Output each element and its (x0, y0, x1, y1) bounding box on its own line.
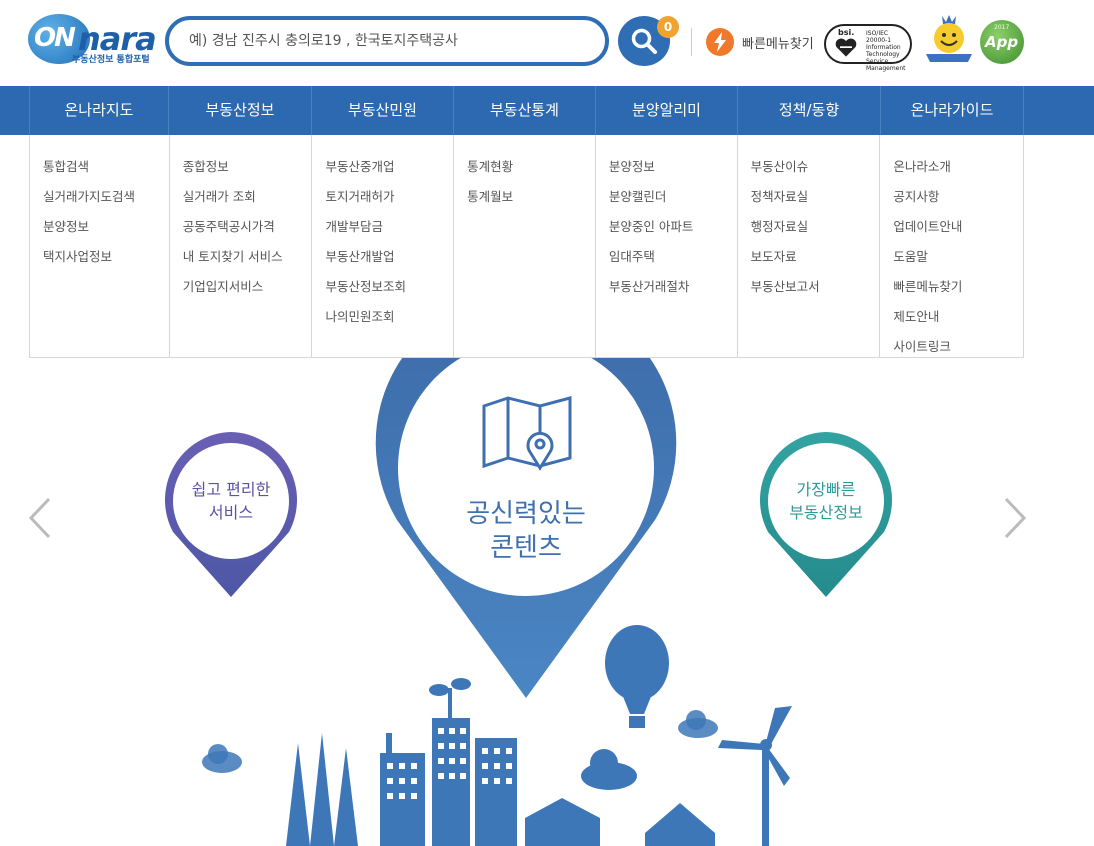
nav-tab-policy[interactable]: 정책/동향 (738, 86, 881, 135)
quick-menu-label: 빠른메뉴찾기 (742, 36, 814, 52)
iso-line: Information (866, 44, 901, 51)
iso-line: Management (866, 65, 906, 72)
carousel-prev-arrow-icon[interactable] (25, 493, 55, 543)
lightning-icon (706, 28, 734, 56)
menu-link[interactable]: 부동산이슈 (738, 152, 880, 182)
search-icon (631, 28, 657, 54)
menu-link[interactable]: 보도자료 (738, 242, 880, 272)
nav-tabs: 온나라지도 부동산정보 부동산민원 부동산통계 분양알리미 정책/동향 온나라가… (29, 86, 1024, 135)
menu-link[interactable]: 통계현황 (454, 152, 595, 182)
menu-link[interactable]: 실거래가지도검색 (30, 182, 169, 212)
iso-line: 20000-1 (866, 37, 892, 44)
onnara-logo[interactable]: ON nara 부동산정보 통합포털 (28, 14, 158, 66)
header: ON nara 부동산정보 통합포털 0 빠른메뉴찾기 bsi. (0, 0, 1094, 86)
bsi-certification-badge: bsi. ISO/IEC 20000-1 Information Technol… (824, 24, 912, 72)
app-year: 2017 (994, 24, 1010, 31)
menu-link[interactable]: 부동산정보조회 (312, 272, 453, 302)
mega-col-sale-alert: 분양정보 분양캘린더 분양중인 아파트 임대주택 부동산거래절차 (596, 135, 738, 357)
app-award-badge[interactable]: 2017 App (980, 20, 1024, 64)
mega-menu: 통합검색 실거래가지도검색 분양정보 택지사업정보 종합정보 실거래가 조회 공… (29, 135, 1024, 358)
search-input[interactable] (189, 30, 589, 52)
mega-col-realestate-info: 종합정보 실거래가 조회 공동주택공시가격 내 토지찾기 서비스 기업입지서비스 (170, 135, 313, 357)
iso-line: ISO/IEC (866, 30, 889, 37)
menu-link[interactable]: 제도안내 (880, 302, 1023, 332)
header-divider (691, 28, 692, 56)
menu-link[interactable]: 임대주택 (596, 242, 737, 272)
left-pin-label[interactable]: 쉽고 편리한 서비스 (173, 478, 289, 524)
menu-link[interactable]: 빠른메뉴찾기 (880, 272, 1023, 302)
mega-col-civil-service: 부동산중개업 토지거래허가 개발부담금 부동산개발업 부동산정보조회 나의민원조… (312, 135, 455, 357)
logo-tagline: 부동산정보 통합포털 (72, 55, 150, 65)
menu-link[interactable]: 내 토지찾기 서비스 (170, 242, 312, 272)
menu-link[interactable]: 업데이트안내 (880, 212, 1023, 242)
center-pin-line: 공신력있는 (466, 499, 586, 529)
nav-tab-realestate-info[interactable]: 부동산정보 (169, 86, 312, 135)
menu-link[interactable]: 도움말 (880, 242, 1023, 272)
menu-link[interactable]: 분양캘린더 (596, 182, 737, 212)
main-nav: 온나라지도 부동산정보 부동산민원 부동산통계 분양알리미 정책/동향 온나라가… (0, 86, 1094, 135)
menu-link[interactable]: 분양중인 아파트 (596, 212, 737, 242)
nav-tab-civil-service[interactable]: 부동산민원 (312, 86, 454, 135)
menu-link[interactable]: 개발부담금 (312, 212, 453, 242)
right-pin-line: 가장빠른 (796, 480, 856, 499)
page: ON nara 부동산정보 통합포털 0 빠른메뉴찾기 bsi. (0, 0, 1094, 846)
search-count-badge: 0 (657, 16, 679, 38)
search-box (165, 16, 609, 66)
menu-link[interactable]: 정책자료실 (738, 182, 880, 212)
mega-col-statistics: 통계현황 통계월보 (454, 135, 596, 357)
menu-link[interactable]: 토지거래허가 (312, 182, 453, 212)
menu-link[interactable]: 나의민원조회 (312, 302, 453, 332)
nav-tab-sale-alert[interactable]: 분양알리미 (596, 86, 738, 135)
nav-tab-statistics[interactable]: 부동산통계 (454, 86, 596, 135)
app-label: App (985, 33, 1019, 51)
menu-link[interactable]: 택지사업정보 (30, 242, 169, 272)
carousel-next-arrow-icon[interactable] (1000, 493, 1030, 543)
menu-link[interactable]: 행정자료실 (738, 212, 880, 242)
menu-link[interactable]: 실거래가 조회 (170, 182, 312, 212)
menu-link[interactable]: 종합정보 (170, 152, 312, 182)
menu-link[interactable]: 기업입지서비스 (170, 272, 312, 302)
center-pin-label[interactable]: 공신력있는 콘텐츠 (430, 497, 622, 565)
mega-col-policy: 부동산이슈 정책자료실 행정자료실 보도자료 부동산보고서 (738, 135, 881, 357)
menu-link[interactable]: 공지사항 (880, 182, 1023, 212)
menu-link[interactable]: 온나라소개 (880, 152, 1023, 182)
smile-award-icon (926, 15, 972, 62)
mega-col-guide: 온나라소개 공지사항 업데이트안내 도움말 빠른메뉴찾기 제도안내 사이트링크 (880, 135, 1023, 357)
bsi-heart-icon (835, 38, 857, 57)
menu-link[interactable]: 통계월보 (454, 182, 595, 212)
iso-line: Technology Service (866, 51, 900, 65)
nav-tab-guide[interactable]: 온나라가이드 (881, 86, 1024, 135)
menu-link[interactable]: 분양정보 (30, 212, 169, 242)
menu-link[interactable]: 통합검색 (30, 152, 169, 182)
nav-tab-map[interactable]: 온나라지도 (29, 86, 169, 135)
hero-illustration (164, 358, 893, 846)
menu-link[interactable]: 부동산거래절차 (596, 272, 737, 302)
left-pin-line: 쉽고 편리한 (191, 480, 271, 499)
menu-link[interactable]: 부동산개발업 (312, 242, 453, 272)
iso-text: ISO/IEC 20000-1 Information Technology S… (866, 30, 910, 72)
quick-menu-button[interactable]: 빠른메뉴찾기 (706, 28, 814, 56)
right-pin-label[interactable]: 가장빠른 부동산정보 (768, 478, 884, 524)
menu-link[interactable]: 부동산보고서 (738, 272, 880, 302)
left-pin-line: 서비스 (208, 503, 254, 522)
city-illustration (202, 625, 792, 846)
hero-banner: 쉽고 편리한 서비스 공신력있는 콘텐츠 가장빠른 부동산정보 (0, 358, 1094, 846)
center-pin-line: 콘텐츠 (490, 533, 562, 563)
logo-on-text: ON (34, 23, 76, 53)
menu-link[interactable]: 분양정보 (596, 152, 737, 182)
right-pin-line: 부동산정보 (789, 503, 863, 522)
mega-col-map: 통합검색 실거래가지도검색 분양정보 택지사업정보 (30, 135, 170, 357)
menu-link[interactable]: 공동주택공시가격 (170, 212, 312, 242)
menu-link[interactable]: 부동산중개업 (312, 152, 453, 182)
